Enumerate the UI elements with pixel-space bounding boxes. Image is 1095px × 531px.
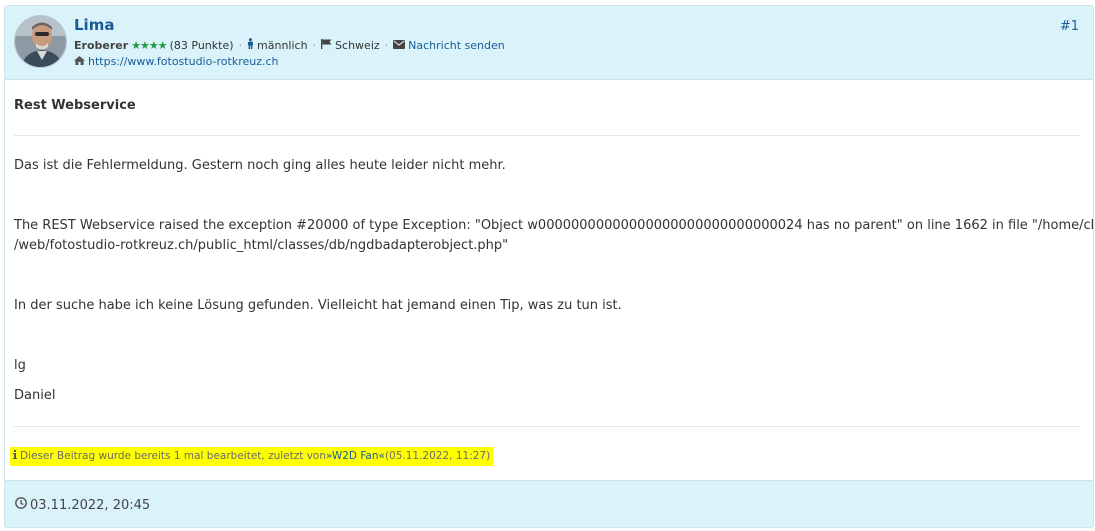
divider <box>14 426 1080 427</box>
user-rank: Eroberer <box>74 38 129 52</box>
timestamp-text: 03.11.2022, 20:45 <box>30 497 151 513</box>
edit-note: Dieser Beitrag wurde bereits 1 mal bearb… <box>10 447 494 466</box>
send-message-link[interactable]: Nachricht senden <box>408 39 505 52</box>
post-footer: 03.11.2022, 20:45 <box>5 480 1093 527</box>
avatar[interactable] <box>14 15 67 68</box>
paragraph: lg <box>14 358 26 373</box>
post-header: Lima Eroberer ★★★★ (83 Punkte) · männlic… <box>5 6 1093 80</box>
male-icon <box>247 38 254 52</box>
post-title: Rest Webservice <box>14 98 136 113</box>
clock-icon <box>15 497 27 513</box>
editor-link[interactable]: »W2D Fan« <box>326 447 385 466</box>
home-icon <box>74 55 85 68</box>
paragraph: /web/fotostudio-rotkreuz.ch/public_html/… <box>14 238 509 253</box>
paragraph: In der suche habe ich keine Lösung gefun… <box>14 298 622 313</box>
post-timestamp: 03.11.2022, 20:45 <box>15 497 150 513</box>
homepage-link[interactable]: https://www.fotostudio-rotkreuz.ch <box>88 55 279 68</box>
post-number-link[interactable]: #1 <box>1060 19 1079 34</box>
separator: · <box>312 38 317 52</box>
username[interactable]: Lima <box>74 16 114 34</box>
author-meta: Eroberer ★★★★ (83 Punkte) · männlich · S… <box>74 38 505 52</box>
edit-note-prefix: Dieser Beitrag wurde bereits 1 mal bearb… <box>20 450 326 462</box>
divider <box>14 135 1080 136</box>
rank-stars: ★★★★ <box>131 38 167 52</box>
paragraph: The REST Webservice raised the exception… <box>14 218 1094 233</box>
paragraph: Das ist die Fehlermeldung. Gestern noch … <box>14 158 506 173</box>
envelope-icon <box>393 39 406 52</box>
user-gender: männlich <box>257 38 308 52</box>
author-homepage: https://www.fotostudio-rotkreuz.ch <box>74 55 279 68</box>
flag-icon <box>321 38 332 52</box>
info-icon <box>13 447 17 466</box>
separator: · <box>238 38 243 52</box>
user-country: Schweiz <box>335 38 380 52</box>
edit-note-date: (05.11.2022, 11:27) <box>384 450 491 462</box>
user-points: (83 Punkte) <box>169 38 234 52</box>
post: Lima Eroberer ★★★★ (83 Punkte) · männlic… <box>4 5 1094 528</box>
separator: · <box>384 38 389 52</box>
paragraph: Daniel <box>14 388 56 403</box>
